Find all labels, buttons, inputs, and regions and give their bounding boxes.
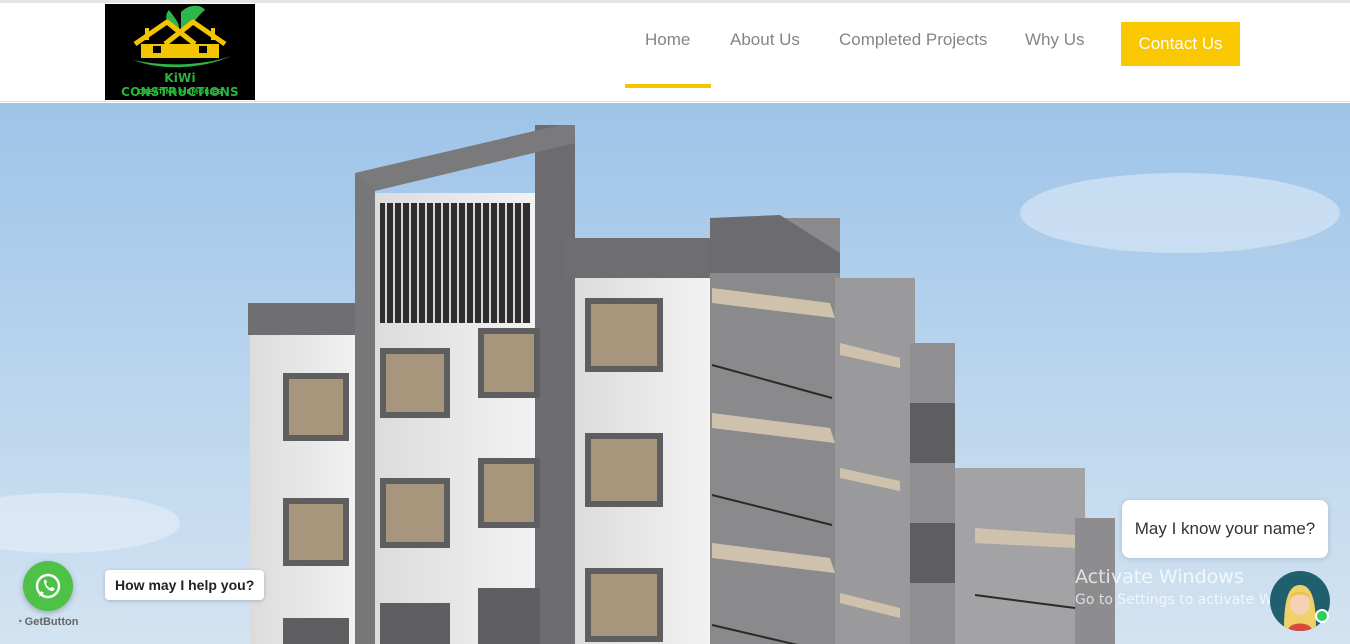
- whatsapp-prompt[interactable]: How may I help you?: [105, 570, 265, 600]
- getbutton-branding[interactable]: ◔ GetButton: [16, 616, 78, 628]
- getbutton-label: GetButton: [24, 616, 79, 628]
- logo-tagline: CREATING MEMORIES: [137, 88, 223, 96]
- contact-us-button[interactable]: Contact Us: [1121, 22, 1240, 66]
- nav-about-us[interactable]: About Us: [730, 30, 800, 50]
- site-header: KiWi CONSTRUCTIONS CREATING MEMORIES Hom…: [0, 3, 1350, 102]
- whatsapp-icon: [35, 573, 61, 599]
- whatsapp-button[interactable]: [23, 561, 73, 611]
- apartment-building-render-icon: [0, 125, 1340, 644]
- hero-banner: [0, 103, 1350, 644]
- nav-why-us[interactable]: Why Us: [1025, 30, 1085, 50]
- nav-completed-projects[interactable]: Completed Projects: [839, 30, 987, 50]
- nav-active-indicator: [625, 84, 711, 88]
- windows-watermark-title: Activate Windows: [1075, 566, 1244, 588]
- nav-home[interactable]: Home: [645, 30, 690, 50]
- site-logo[interactable]: KiWi CONSTRUCTIONS CREATING MEMORIES: [105, 4, 255, 100]
- online-status-indicator: [1315, 609, 1329, 623]
- getbutton-logo-icon: ◔: [16, 616, 23, 628]
- chat-message-bubble[interactable]: May I know your name?: [1122, 500, 1328, 558]
